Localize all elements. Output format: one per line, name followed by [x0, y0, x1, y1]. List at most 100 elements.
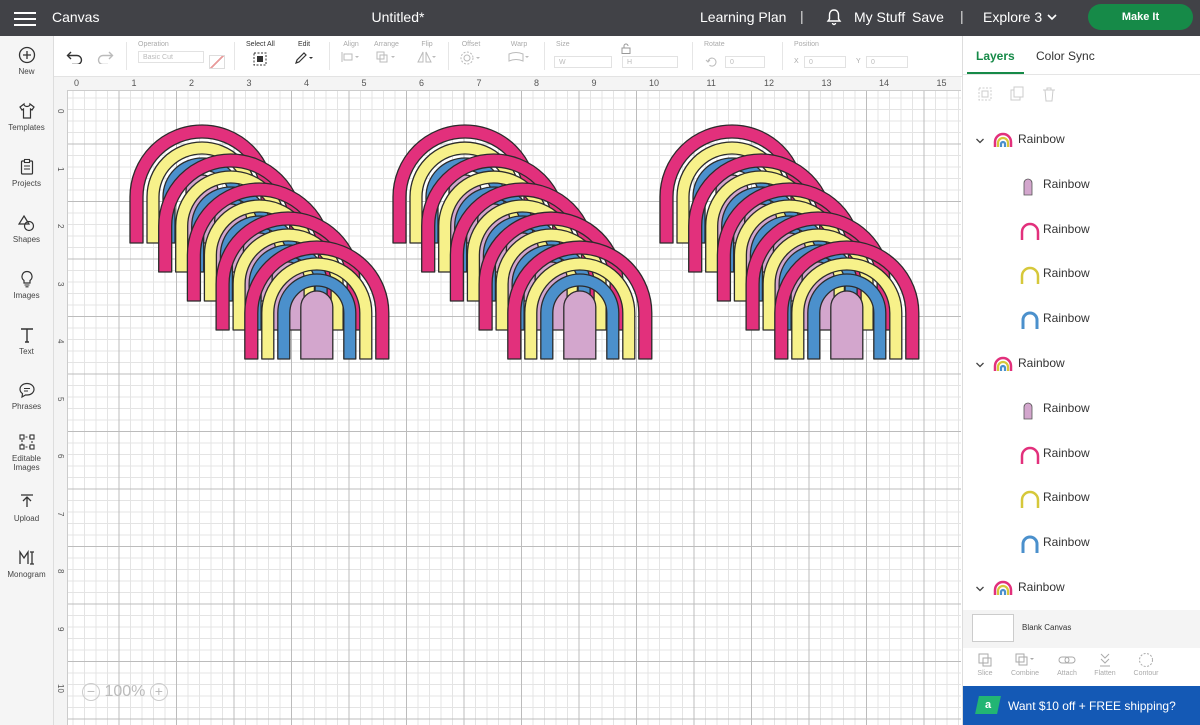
- sidebar-item-images[interactable]: Images: [0, 270, 53, 300]
- promo-text: Want $10 off + FREE shipping?: [1008, 699, 1176, 713]
- sidebar-item-label: Text: [19, 347, 34, 356]
- trash-icon[interactable]: [1041, 86, 1057, 102]
- blue-arc-icon: [1019, 307, 1041, 338]
- zoom-out-button[interactable]: −: [82, 683, 100, 701]
- slice-label: Slice: [977, 670, 993, 677]
- layer-row[interactable]: Rainbow: [963, 169, 1200, 213]
- layer-row[interactable]: Rainbow: [963, 438, 1200, 482]
- plus-circle-icon: [18, 46, 35, 64]
- layer-row[interactable]: Rainbow: [963, 482, 1200, 526]
- height-input[interactable]: H: [622, 56, 678, 68]
- layer-group-row[interactable]: Rainbow: [963, 124, 1200, 168]
- attach-icon: [1058, 656, 1076, 664]
- yellow-arc-icon: [1019, 486, 1041, 517]
- x-input[interactable]: 0: [804, 56, 846, 68]
- save-button[interactable]: Save: [912, 9, 944, 25]
- chevron-down-icon[interactable]: [975, 584, 985, 597]
- operation-color-swatch[interactable]: [209, 55, 225, 69]
- operation-select[interactable]: Basic Cut: [138, 51, 204, 63]
- sidebar-item-label: Shapes: [12, 235, 41, 244]
- sidebar-item-templates[interactable]: Templates: [0, 102, 53, 132]
- layer-row[interactable]: Rainbow: [963, 303, 1200, 347]
- offset-button[interactable]: Offset: [459, 41, 483, 67]
- arrange-button[interactable]: Arrange: [374, 41, 399, 65]
- panel-tabs: Layers Color Sync: [963, 36, 1200, 75]
- tab-color-sync[interactable]: Color Sync: [1036, 49, 1095, 63]
- blank-canvas-row[interactable]: Blank Canvas: [963, 610, 1200, 648]
- rotate-label: Rotate: [704, 41, 725, 48]
- layer-row[interactable]: Rainbow: [963, 527, 1200, 571]
- sidebar-item-shapes[interactable]: Shapes: [0, 214, 53, 244]
- sidebar-item-text[interactable]: Text: [0, 326, 53, 356]
- layer-group-row[interactable]: Rainbow: [963, 348, 1200, 392]
- promo-banner[interactable]: a Want $10 off + FREE shipping?: [963, 686, 1200, 725]
- attach-button[interactable]: Attach: [1047, 652, 1087, 677]
- sidebar-item-monogram[interactable]: Monogram: [0, 549, 53, 579]
- layer-row[interactable]: Rainbow: [963, 214, 1200, 258]
- rainbow-group-icon: [993, 356, 1013, 371]
- learning-plan-link[interactable]: Learning Plan: [700, 9, 786, 25]
- rainbow-center-arch[interactable]: [563, 290, 597, 360]
- clipboard-icon: [20, 158, 33, 175]
- lock-icon[interactable]: [621, 43, 631, 54]
- blue-arc-icon: [1019, 531, 1041, 562]
- blank-canvas-label: Blank Canvas: [1022, 623, 1072, 632]
- undo-icon[interactable]: [66, 50, 84, 69]
- warp-label: Warp: [510, 41, 528, 48]
- design-canvas[interactable]: 0 1 2 3 4 5 6 7 8 9 10 11 12 13 14 15 0 1 2 3 4 5 6 7 8 9 10 − 10…: [54, 77, 961, 725]
- y-input[interactable]: 0: [866, 56, 908, 68]
- layer-name: Rainbow: [1043, 400, 1090, 415]
- toolbar-divider: [126, 42, 127, 70]
- group-icon[interactable]: [977, 86, 993, 102]
- lightbulb-icon: [20, 270, 33, 288]
- rotate-input[interactable]: 0: [725, 56, 765, 68]
- sidebar-item-phrases[interactable]: Phrases: [0, 381, 53, 411]
- align-button[interactable]: Align: [340, 41, 362, 65]
- layer-group-row[interactable]: Rainbow: [963, 572, 1200, 612]
- combine-button[interactable]: Combine: [1005, 652, 1045, 677]
- combine-icon: [1015, 653, 1034, 666]
- flip-button[interactable]: Flip: [416, 41, 438, 65]
- edit-button[interactable]: Edit: [294, 41, 314, 67]
- sidebar-item-upload[interactable]: Upload: [0, 493, 53, 523]
- pink-arc-icon: [1019, 442, 1041, 473]
- sidebar-item-label: Phrases: [11, 402, 42, 411]
- operation-control[interactable]: Operation Basic Cut: [138, 41, 204, 63]
- attach-label: Attach: [1057, 670, 1077, 677]
- x-label: X: [794, 58, 799, 65]
- machine-selector[interactable]: Explore 3: [983, 9, 1042, 25]
- select-all-button[interactable]: Select All: [246, 41, 275, 69]
- bell-icon[interactable]: [826, 8, 842, 31]
- redo-icon[interactable]: [96, 50, 114, 69]
- zoom-in-button[interactable]: +: [149, 683, 168, 701]
- text-icon: [20, 328, 33, 343]
- make-it-button[interactable]: Make It: [1088, 4, 1193, 30]
- warp-button[interactable]: Warp: [507, 41, 531, 65]
- sidebar-item-editable-images[interactable]: Editable Images: [0, 433, 53, 472]
- sidebar-item-label: Images: [13, 463, 40, 472]
- width-input[interactable]: W: [554, 56, 612, 68]
- contour-button[interactable]: Contour: [1126, 652, 1166, 677]
- chevron-down-icon[interactable]: [975, 136, 985, 149]
- edit-label: Edit: [297, 41, 311, 48]
- slice-button[interactable]: Slice: [965, 652, 1005, 677]
- chevron-down-icon[interactable]: [975, 360, 985, 373]
- size-control: Size: [556, 41, 570, 51]
- sidebar-item-projects[interactable]: Projects: [0, 158, 53, 188]
- duplicate-icon[interactable]: [1009, 86, 1025, 102]
- flatten-button[interactable]: Flatten: [1085, 652, 1125, 677]
- layer-row[interactable]: Rainbow: [963, 393, 1200, 437]
- canvas-swatch[interactable]: [972, 614, 1014, 642]
- sidebar-item-new[interactable]: New: [0, 46, 53, 76]
- flip-icon: [417, 51, 436, 63]
- rotate-control: Rotate: [704, 41, 725, 51]
- layer-row[interactable]: Rainbow: [963, 258, 1200, 302]
- document-title[interactable]: Untitled*: [0, 9, 796, 25]
- rainbow-center-arch[interactable]: [300, 290, 334, 360]
- rainbow-center-arch[interactable]: [830, 290, 864, 360]
- layer-list: Rainbow Rainbow Rainbow Rainbow Rainbow Rainb…: [963, 124, 1200, 612]
- chevron-down-icon[interactable]: [1046, 10, 1058, 28]
- my-stuff-link[interactable]: My Stuff: [854, 9, 905, 25]
- layer-name: Rainbow: [1018, 356, 1065, 370]
- tab-layers[interactable]: Layers: [976, 49, 1015, 63]
